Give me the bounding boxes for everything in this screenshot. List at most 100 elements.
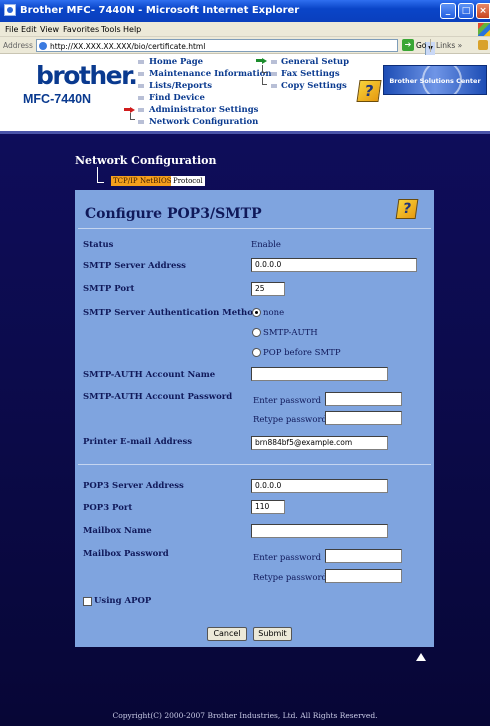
window-title-bar: Brother MFC- 7440N - Microsoft Internet … bbox=[0, 0, 490, 22]
nav-maintenance-information[interactable]: Maintenance Information bbox=[149, 69, 272, 79]
apop-checkbox[interactable] bbox=[83, 597, 92, 606]
links-button[interactable]: Links » bbox=[436, 41, 462, 50]
tab-netbios[interactable]: NetBIOS bbox=[138, 176, 174, 186]
links-separator bbox=[430, 39, 431, 52]
windows-logo-icon bbox=[478, 23, 490, 36]
help-icon[interactable]: ? bbox=[356, 80, 382, 102]
smtp-server-address-label: SMTP Server Address bbox=[83, 261, 186, 271]
page-header: brother. MFC-7440N Home Page Maintenance… bbox=[0, 55, 490, 131]
menu-favorites[interactable]: Favorites bbox=[63, 25, 99, 34]
smtp-port-label: SMTP Port bbox=[83, 284, 135, 294]
nav-administrator-settings[interactable]: Administrator Settings bbox=[149, 105, 258, 115]
help-icon[interactable]: ? bbox=[395, 199, 419, 219]
tree-connector-icon bbox=[130, 113, 135, 120]
nav-general-setup[interactable]: General Setup bbox=[281, 57, 349, 67]
nav-bullet-icon bbox=[271, 72, 277, 76]
tab-protocol[interactable]: Protocol bbox=[171, 176, 205, 186]
mailbox-password-input[interactable] bbox=[325, 549, 402, 563]
pop3-port-input[interactable]: 110 bbox=[251, 500, 285, 514]
form-title: Configure POP3/SMTP bbox=[85, 206, 262, 222]
auth-pop-before-smtp-radio[interactable] bbox=[252, 348, 261, 357]
pop3-port-label: POP3 Port bbox=[83, 503, 133, 513]
menu-view[interactable]: View bbox=[40, 25, 59, 34]
pop3-server-address-input[interactable]: 0.0.0.0 bbox=[251, 479, 388, 493]
close-button[interactable]: × bbox=[476, 3, 490, 19]
nav-fax-settings[interactable]: Fax Settings bbox=[281, 69, 340, 79]
nav-bullet-icon bbox=[138, 96, 144, 100]
menu-edit[interactable]: Edit bbox=[21, 25, 37, 34]
swirl-icon bbox=[422, 66, 462, 94]
cancel-button[interactable]: Cancel bbox=[207, 627, 247, 641]
tab-tcpip[interactable]: TCP/IP bbox=[111, 176, 140, 186]
mailbox-name-label: Mailbox Name bbox=[83, 526, 152, 536]
auth-password-input[interactable] bbox=[325, 392, 402, 406]
toolbar-extension-icon[interactable] bbox=[478, 40, 488, 50]
smtp-server-address-input[interactable]: 0.0.0.0 bbox=[251, 258, 417, 272]
nav-bullet-icon bbox=[138, 84, 144, 88]
nav-bullet-icon bbox=[271, 60, 277, 64]
nav-bullet-icon bbox=[271, 84, 277, 88]
status-value: Enable bbox=[251, 240, 281, 250]
mailbox-password-label: Mailbox Password bbox=[83, 549, 169, 559]
go-button[interactable]: ➔ Go bbox=[402, 39, 426, 52]
nav-lists-reports[interactable]: Lists/Reports bbox=[149, 81, 212, 91]
tree-connector-icon bbox=[97, 167, 104, 183]
tree-connector-icon bbox=[262, 77, 267, 85]
auth-method-label: SMTP Server Authentication Method bbox=[83, 308, 259, 318]
section-divider bbox=[78, 464, 431, 465]
mailbox-name-input[interactable] bbox=[251, 524, 388, 538]
brother-solutions-center-banner[interactable]: Brother Solutions Center bbox=[383, 65, 487, 95]
auth-none-radio[interactable] bbox=[252, 308, 261, 317]
auth-pop-before-smtp-label: POP before SMTP bbox=[263, 348, 341, 358]
auth-account-name-label: SMTP-AUTH Account Name bbox=[83, 370, 216, 380]
brother-logo: brother. bbox=[36, 61, 138, 90]
scroll-to-top-icon[interactable] bbox=[416, 653, 426, 661]
menu-bar: File Edit View Favorites Tools Help bbox=[0, 22, 490, 37]
printer-email-label: Printer E-mail Address bbox=[83, 437, 193, 447]
nav-home-page[interactable]: Home Page bbox=[149, 57, 203, 67]
menu-file[interactable]: File bbox=[5, 25, 18, 34]
page-icon bbox=[39, 42, 47, 50]
address-bar: Address http://XX.XXX.XX.XXX/bio/certifi… bbox=[0, 37, 490, 55]
nav-copy-settings[interactable]: Copy Settings bbox=[281, 81, 347, 91]
model-name: MFC-7440N bbox=[23, 92, 92, 106]
nav-find-device[interactable]: Find Device bbox=[149, 93, 205, 103]
auth-account-name-input[interactable] bbox=[251, 367, 388, 381]
copyright-footer: Copyright(C) 2000-2007 Brother Industrie… bbox=[112, 711, 378, 720]
selected-arrow-icon bbox=[256, 58, 268, 65]
menu-tools[interactable]: Tools bbox=[101, 25, 121, 34]
nav-network-configuration[interactable]: Network Configuration bbox=[149, 117, 258, 127]
auth-smtp-auth-radio[interactable] bbox=[252, 328, 261, 337]
ie-icon bbox=[4, 4, 16, 16]
go-arrow-icon: ➔ bbox=[402, 39, 414, 51]
retype-password-label: Retype password bbox=[253, 573, 327, 583]
auth-password-retype-input[interactable] bbox=[325, 411, 402, 425]
nav-bullet-icon bbox=[138, 108, 144, 112]
auth-smtp-auth-label: SMTP-AUTH bbox=[263, 328, 318, 338]
printer-email-input[interactable]: brn884bf5@example.com bbox=[251, 436, 388, 450]
section-title: Network Configuration bbox=[75, 154, 217, 167]
mailbox-password-retype-input[interactable] bbox=[325, 569, 402, 583]
window-title: Brother MFC- 7440N - Microsoft Internet … bbox=[20, 5, 300, 16]
nav-bullet-icon bbox=[138, 120, 144, 124]
apop-label: Using APOP bbox=[94, 596, 152, 606]
enter-password-label: Enter password bbox=[253, 396, 322, 406]
retype-password-label: Retype password bbox=[253, 415, 327, 425]
maximize-button[interactable]: □ bbox=[458, 3, 474, 19]
auth-none-label: none bbox=[263, 308, 285, 318]
address-url: http://XX.XXX.XX.XXX/bio/certificate.htm… bbox=[50, 42, 206, 51]
pop3-server-address-label: POP3 Server Address bbox=[83, 481, 184, 491]
smtp-port-input[interactable]: 25 bbox=[251, 282, 285, 296]
menu-help[interactable]: Help bbox=[123, 25, 141, 34]
nav-bullet-icon bbox=[138, 60, 144, 64]
address-label: Address bbox=[3, 41, 33, 50]
auth-account-password-label: SMTP-AUTH Account Password bbox=[83, 392, 233, 402]
status-label: Status bbox=[83, 240, 114, 250]
enter-password-label: Enter password bbox=[253, 553, 322, 563]
address-input[interactable]: http://XX.XXX.XX.XXX/bio/certificate.htm… bbox=[36, 39, 435, 55]
nav-bullet-icon bbox=[138, 72, 144, 76]
submit-button[interactable]: Submit bbox=[253, 627, 292, 641]
minimize-button[interactable]: _ bbox=[440, 3, 456, 19]
tree-connector-icon bbox=[262, 65, 267, 73]
header-divider bbox=[0, 131, 490, 134]
